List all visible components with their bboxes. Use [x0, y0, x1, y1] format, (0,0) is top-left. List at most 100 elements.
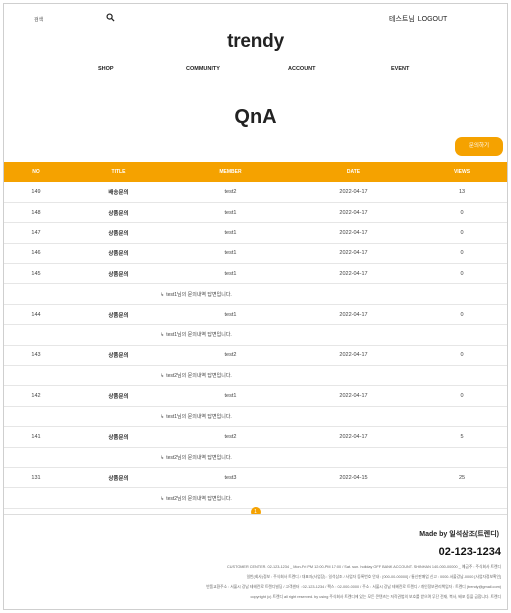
reply-text: test1님의 문의내역 답변입니다. — [166, 413, 232, 420]
table-row[interactable]: 148 상품문의 test1 2022-04-17 0 — [4, 202, 507, 224]
row-no: 141 — [4, 426, 68, 448]
row-date: 2022-04-17 — [292, 385, 415, 407]
row-date: 2022-04-17 — [292, 263, 415, 285]
row-title[interactable]: 상품문의 — [68, 304, 169, 326]
row-title[interactable]: 상품문의 — [68, 263, 169, 285]
made-by-text: Made by 일석삼조(트렌디) — [419, 531, 499, 538]
table-row[interactable]: 143 상품문의 test2 2022-04-17 0 — [4, 345, 507, 367]
reply-row[interactable]: ↳ test1님의 문의내역 답변입니다. — [4, 283, 507, 305]
row-member: test3 — [169, 467, 292, 489]
row-member: test1 — [169, 202, 292, 224]
table-row[interactable]: 149 배송문의 test2 2022-04-17 13 — [4, 182, 507, 203]
row-views: 25 — [415, 467, 507, 489]
reply-row[interactable]: ↳ test2님의 문의내역 답변입니다. — [4, 447, 507, 468]
row-no: 147 — [4, 222, 68, 244]
reply-text: test2님의 문의내역 답변입니다. — [166, 454, 232, 461]
row-no: 149 — [4, 182, 68, 203]
nav-item-account[interactable]: ACCOUNT — [288, 66, 316, 72]
row-views: 0 — [415, 385, 507, 407]
footer-info-line: CUSTOMER CENTER. 02-123-1234 _ Mon-Fri P… — [227, 565, 501, 569]
row-title[interactable]: 상품문의 — [68, 345, 169, 367]
reply-arrow-icon: ↳ — [160, 332, 165, 339]
table-header-row: NO TITLE MEMBER DATE VIEWS — [4, 162, 507, 182]
row-member: test1 — [169, 263, 292, 285]
row-title[interactable]: 상품문의 — [68, 467, 169, 489]
reply-cell[interactable]: ↳ test2님의 문의내역 답변입니다. — [4, 365, 507, 387]
search-label[interactable]: 검색 — [34, 16, 43, 23]
user-links: 테스트님 LOGOUT — [389, 14, 450, 24]
row-no: 131 — [4, 467, 68, 489]
row-member: test1 — [169, 304, 292, 326]
footer: Made by 일석삼조(트렌디) 02-123-1234 CUSTOMER C… — [4, 514, 507, 609]
reply-cell[interactable]: ↳ test2님의 문의내역 답변입니다. — [4, 447, 507, 468]
table-row[interactable]: 146 상품문의 test1 2022-04-17 0 — [4, 243, 507, 265]
row-date: 2022-04-17 — [292, 243, 415, 265]
nav-item-event[interactable]: EVENT — [391, 66, 409, 72]
qna-table: NO TITLE MEMBER DATE VIEWS 149 배송문의 test2 2… — [4, 162, 507, 509]
row-title[interactable]: 상품문의 — [68, 243, 169, 265]
row-views: 0 — [415, 202, 507, 224]
row-no: 144 — [4, 304, 68, 326]
nav-item-shop[interactable]: SHOP — [98, 66, 114, 72]
row-date: 2022-04-17 — [292, 304, 415, 326]
row-no: 143 — [4, 345, 68, 367]
footer-info-line: 일반(회사)정보 : 주식회사 트렌디 / 대표자(사업장) : 일석삼조 / … — [246, 575, 501, 579]
reply-cell[interactable]: ↳ test1님의 문의내역 답변입니다. — [4, 406, 507, 428]
page-frame: 검색 테스트님 LOGOUT trendy SHOP COMMUNITY ACCO… — [3, 3, 508, 610]
row-member: test1 — [169, 385, 292, 407]
row-date: 2022-04-15 — [292, 467, 415, 489]
reply-row[interactable]: ↳ test1님의 문의내역 답변입니다. — [4, 324, 507, 346]
write-question-button[interactable]: 문의하기 — [455, 137, 503, 156]
reply-arrow-icon: ↳ — [160, 454, 165, 461]
column-header-member: MEMBER — [219, 169, 242, 175]
row-title[interactable]: 상품문의 — [68, 426, 169, 448]
row-member: test1 — [169, 243, 292, 265]
table-row[interactable]: 147 상품문의 test1 2022-04-17 0 — [4, 222, 507, 244]
row-views: 0 — [415, 345, 507, 367]
row-date: 2022-04-17 — [292, 182, 415, 203]
row-date: 2022-04-17 — [292, 222, 415, 244]
row-no: 145 — [4, 263, 68, 285]
logo[interactable]: trendy — [4, 31, 507, 53]
column-header-date: DATE — [346, 169, 361, 175]
row-date: 2022-04-17 — [292, 202, 415, 224]
row-no: 142 — [4, 385, 68, 407]
row-member: test1 — [169, 222, 292, 244]
row-title[interactable]: 배송문의 — [68, 182, 169, 203]
row-no: 146 — [4, 243, 68, 265]
reply-cell[interactable]: ↳ test1님의 문의내역 답변입니다. — [4, 324, 507, 346]
footer-info-line: 반품교환주소 : 서울시 강남 테헤란로 트렌디빌딩 / 고객센터 : 02-1… — [206, 585, 501, 589]
reply-row[interactable]: ↳ test2님의 문의내역 답변입니다. — [4, 365, 507, 387]
logout-link[interactable]: LOGOUT — [418, 16, 448, 23]
row-title[interactable]: 상품문의 — [68, 222, 169, 244]
table-row[interactable]: 141 상품문의 test2 2022-04-17 5 — [4, 426, 507, 448]
row-views: 0 — [415, 243, 507, 265]
row-date: 2022-04-17 — [292, 426, 415, 448]
table-row[interactable]: 144 상품문의 test1 2022-04-17 0 — [4, 304, 507, 326]
reply-row[interactable]: ↳ test1님의 문의내역 답변입니다. — [4, 406, 507, 428]
table-row[interactable]: 142 상품문의 test1 2022-04-17 0 — [4, 385, 507, 407]
footer-info-line: copyright (c) 트렌디 all right reserved. by… — [250, 595, 501, 599]
reply-text: test1님의 문의내역 답변입니다. — [166, 332, 232, 339]
nav-item-community[interactable]: COMMUNITY — [186, 66, 220, 72]
reply-arrow-icon: ↳ — [160, 373, 165, 380]
row-title[interactable]: 상품문의 — [68, 202, 169, 224]
reply-text: test2님의 문의내역 답변입니다. — [166, 373, 232, 380]
table-row[interactable]: 131 상품문의 test3 2022-04-15 25 — [4, 467, 507, 489]
row-title[interactable]: 상품문의 — [68, 385, 169, 407]
reply-cell[interactable]: ↳ test1님의 문의내역 답변입니다. — [4, 283, 507, 305]
row-member: test2 — [169, 182, 292, 203]
page-title: QnA — [234, 106, 277, 128]
row-member: test2 — [169, 426, 292, 448]
table-row[interactable]: 145 상품문의 test1 2022-04-17 0 — [4, 263, 507, 285]
top-bar: 검색 테스트님 LOGOUT — [4, 13, 507, 27]
reply-text: test1님의 문의내역 답변입니다. — [166, 291, 232, 298]
reply-arrow-icon: ↳ — [160, 291, 165, 298]
row-views: 0 — [415, 304, 507, 326]
column-header-views: VIEWS — [453, 169, 471, 175]
column-header-title: TITLE — [111, 169, 126, 175]
user-name: 테스트님 — [389, 16, 415, 23]
row-no: 148 — [4, 202, 68, 224]
search-icon[interactable] — [106, 13, 115, 22]
row-date: 2022-04-17 — [292, 345, 415, 367]
